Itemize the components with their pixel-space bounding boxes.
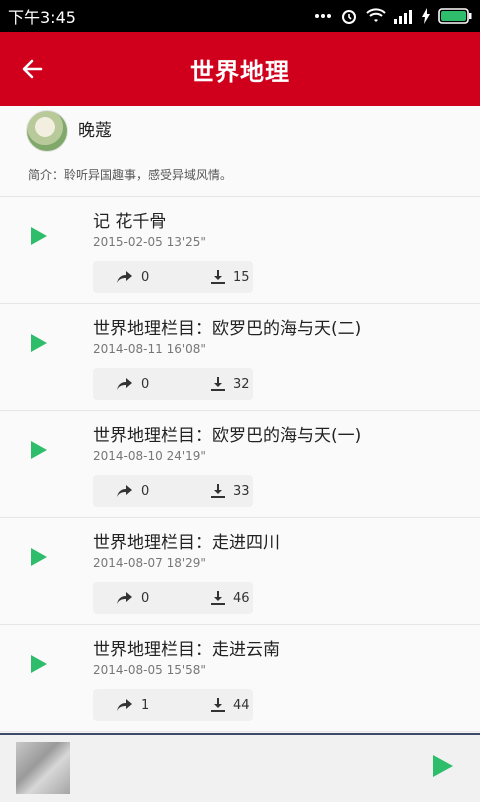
download-button[interactable]: 46 <box>211 591 250 606</box>
episode-date: 2014-08-10 <box>93 449 163 463</box>
status-icons <box>314 7 480 25</box>
share-button[interactable]: 0 <box>117 484 149 499</box>
episode-date: 2014-08-11 <box>93 342 163 356</box>
download-icon <box>211 698 225 712</box>
episode-title: 世界地理栏目：欧罗巴的海与天(二) <box>93 319 362 339</box>
episode-title: 世界地理栏目：走进云南 <box>93 640 280 660</box>
share-count: 1 <box>141 697 150 713</box>
list-item[interactable]: 世界地理栏目：欧罗巴的海与天(一) 2014-08-10 24'19" 0 33 <box>0 411 480 518</box>
episode-meta: 2015-02-05 13'25" <box>93 235 206 249</box>
charging-icon <box>422 8 430 24</box>
episode-duration: 15'58" <box>166 663 206 677</box>
episode-stats: 0 33 <box>93 475 253 507</box>
app-bar: 世界地理 <box>0 32 480 106</box>
battery-icon <box>438 8 472 24</box>
back-button[interactable] <box>0 32 64 106</box>
share-button[interactable]: 0 <box>117 270 149 285</box>
status-time: 下午3:45 <box>8 8 76 27</box>
album-header: 晚蔻 简介：聆听异国趣事，感受异域风情。 <box>0 106 480 197</box>
play-icon[interactable] <box>30 441 48 459</box>
download-button[interactable]: 44 <box>211 698 250 713</box>
list-item[interactable]: 世界地理栏目：走进云南 2014-08-05 15'58" 1 44 <box>0 625 480 732</box>
play-icon[interactable] <box>432 755 454 777</box>
arrow-left-icon <box>22 59 43 79</box>
play-icon[interactable] <box>30 334 48 352</box>
download-icon <box>211 377 225 391</box>
episode-date: 2015-02-05 <box>93 235 163 249</box>
download-count: 46 <box>233 590 250 606</box>
mini-player <box>0 733 480 802</box>
share-icon <box>117 699 132 711</box>
episode-duration: 18'29" <box>166 556 206 570</box>
share-button[interactable]: 0 <box>117 377 149 392</box>
page-title: 世界地理 <box>190 57 290 86</box>
episode-title: 世界地理栏目：欧罗巴的海与天(一) <box>93 426 362 446</box>
wifi-icon <box>366 8 386 22</box>
share-icon <box>117 592 132 604</box>
avatar[interactable] <box>26 110 68 152</box>
episode-title: 世界地理栏目：走进四川 <box>93 533 280 553</box>
list-item[interactable]: 记 花千骨 2015-02-05 13'25" 0 15 <box>0 197 480 304</box>
download-icon <box>211 484 225 498</box>
list-item[interactable]: 世界地理栏目：走进四川 2014-08-07 18'29" 0 46 <box>0 518 480 625</box>
episode-duration: 13'25" <box>166 235 206 249</box>
download-count: 15 <box>233 269 250 285</box>
play-icon[interactable] <box>30 655 48 673</box>
download-button[interactable]: 33 <box>211 484 250 499</box>
episode-date: 2014-08-07 <box>93 556 163 570</box>
share-button[interactable]: 0 <box>117 591 149 606</box>
signal-icon <box>394 10 412 24</box>
download-count: 33 <box>233 483 250 499</box>
episode-date: 2014-08-05 <box>93 663 163 677</box>
episode-meta: 2014-08-10 24'19" <box>93 449 206 463</box>
share-icon <box>117 271 132 283</box>
now-playing-cover[interactable] <box>16 742 70 794</box>
episode-duration: 24'19" <box>166 449 206 463</box>
episode-stats: 0 46 <box>93 582 253 614</box>
episode-stats: 1 44 <box>93 689 253 721</box>
episode-stats: 0 32 <box>93 368 253 400</box>
play-icon[interactable] <box>30 227 48 245</box>
play-icon[interactable] <box>30 548 48 566</box>
download-icon <box>211 591 225 605</box>
episode-duration: 16'08" <box>166 342 206 356</box>
episode-meta: 2014-08-07 18'29" <box>93 556 206 570</box>
album-intro: 简介：聆听异国趣事，感受异域风情。 <box>28 168 233 182</box>
download-button[interactable]: 15 <box>211 270 250 285</box>
download-button[interactable]: 32 <box>211 377 250 392</box>
download-icon <box>211 270 225 284</box>
episode-meta: 2014-08-11 16'08" <box>93 342 206 356</box>
episode-stats: 0 15 <box>93 261 253 293</box>
list-item[interactable]: 世界地理栏目：欧罗巴的海与天(二) 2014-08-11 16'08" 0 32 <box>0 304 480 411</box>
author-name[interactable]: 晚蔻 <box>78 116 112 141</box>
share-count: 0 <box>141 483 150 499</box>
share-icon <box>117 378 132 390</box>
episode-title: 记 花千骨 <box>93 212 167 232</box>
share-count: 0 <box>141 590 150 606</box>
episode-meta: 2014-08-05 15'58" <box>93 663 206 677</box>
status-bar: 下午3:45 <box>0 0 480 32</box>
share-button[interactable]: 1 <box>117 698 149 713</box>
share-count: 0 <box>141 269 150 285</box>
more-dots-icon <box>315 14 331 18</box>
alarm-icon <box>342 10 356 24</box>
share-count: 0 <box>141 376 150 392</box>
episode-list: 记 花千骨 2015-02-05 13'25" 0 15 世界地理栏目：欧罗巴的… <box>0 197 480 732</box>
share-icon <box>117 485 132 497</box>
download-count: 44 <box>233 697 250 713</box>
download-count: 32 <box>233 376 250 392</box>
